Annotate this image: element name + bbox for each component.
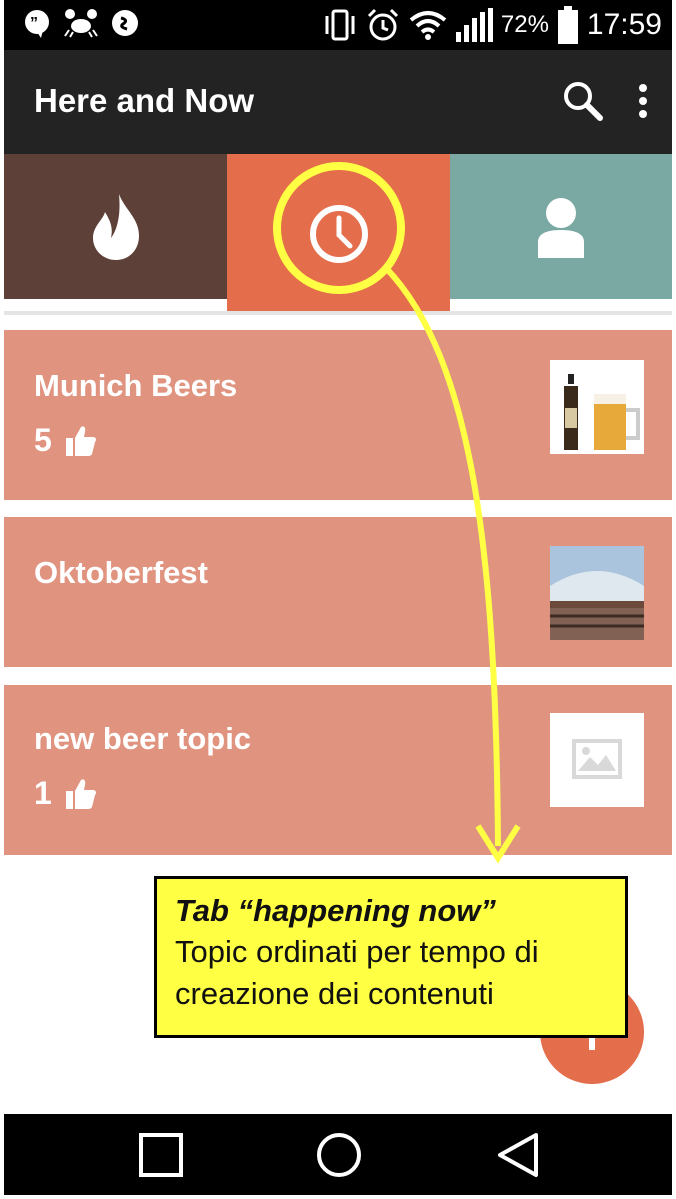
notification-icons: ” (22, 8, 140, 38)
like-count: 1 (34, 775, 52, 811)
flame-icon (92, 193, 139, 260)
thumbs-up-icon[interactable] (65, 425, 96, 457)
battery-percent: 72% (500, 11, 549, 38)
status-bar: ” 72% 17:59 (4, 0, 672, 50)
tab-popular[interactable] (4, 154, 227, 299)
like-count: 5 (34, 422, 52, 458)
app-title: Here and Now (34, 82, 255, 119)
tab-bar (4, 154, 672, 314)
hangouts-icon: ” (25, 10, 49, 38)
tab-profile[interactable] (450, 154, 672, 299)
topic-title: Munich Beers (34, 368, 238, 403)
overflow-menu-icon[interactable] (638, 84, 648, 118)
signal-icon (455, 8, 493, 42)
topic-title: new beer topic (34, 721, 252, 756)
app-bar: Here and Now (4, 50, 672, 154)
alarm-icon (367, 8, 398, 41)
oktoberfest-tent-image (550, 546, 644, 640)
topic-card[interactable]: Oktoberfest (4, 517, 672, 667)
search-icon[interactable] (562, 80, 604, 122)
annotation-line-2: creazione dei contenuti (175, 976, 494, 1011)
clock-time: 17:59 (586, 8, 662, 41)
crab-icon (64, 9, 98, 38)
tab-happening-now[interactable] (227, 154, 450, 314)
recents-square-icon[interactable] (138, 1132, 184, 1178)
topic-card[interactable]: Munich Beers 5 (4, 330, 672, 500)
clock-icon (309, 205, 368, 263)
app-bar-actions (562, 80, 648, 122)
annotation-callout: Tab “happening now” Topic ordinati per t… (154, 876, 628, 1038)
topic-likes: 1 (34, 775, 96, 812)
placeholder-image-icon (550, 713, 644, 807)
home-circle-icon[interactable] (315, 1131, 363, 1179)
beer-bottle-and-mug-image (550, 360, 644, 454)
annotation-title: Tab “happening now” (175, 893, 496, 928)
annotation-line-1: Topic ordinati per tempo di (175, 934, 539, 969)
system-status: 72% 17:59 (323, 6, 662, 44)
topic-likes: 5 (34, 422, 96, 459)
vibrate-icon (325, 9, 355, 41)
topic-card[interactable]: new beer topic 1 (4, 685, 672, 855)
shazam-icon (112, 10, 138, 36)
phone-screen: ” 72% 17:59 Here and Now Munich Beers 5 … (4, 0, 672, 1195)
tab-divider (4, 311, 672, 315)
wifi-icon (409, 11, 447, 40)
svg-text:”: ” (30, 15, 38, 32)
back-triangle-icon[interactable] (496, 1131, 540, 1179)
topic-title: Oktoberfest (34, 555, 208, 590)
person-icon (538, 197, 584, 258)
thumbs-up-icon[interactable] (65, 778, 96, 810)
navigation-bar (4, 1114, 672, 1195)
battery-icon (557, 6, 578, 44)
